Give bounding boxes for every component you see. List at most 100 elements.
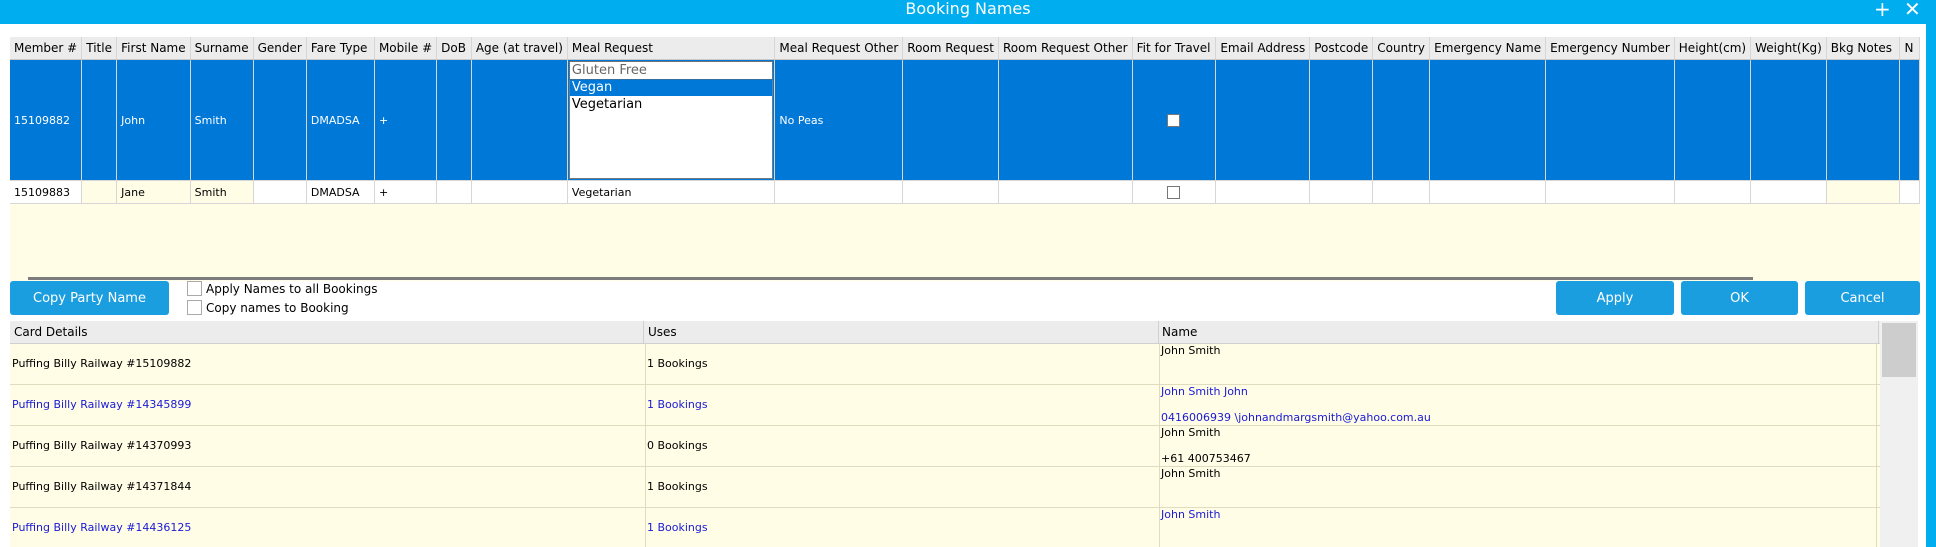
cell-height[interactable] — [1674, 180, 1752, 204]
table-row[interactable]: 15109883 Jane Smith DMADSA + Vegetarian — [10, 180, 1920, 204]
fit-for-travel-checkbox[interactable] — [1167, 185, 1181, 199]
meal-option-vegetarian[interactable]: Vegetarian — [570, 96, 772, 113]
list-item[interactable]: Puffing Billy Railway #14370993 0 Bookin… — [10, 426, 1880, 467]
col-header-uses[interactable]: Uses — [644, 321, 1159, 343]
col-header-surname[interactable]: Surname — [190, 37, 254, 60]
cell-meal-request[interactable]: Vegetarian — [567, 180, 776, 204]
col-header-country[interactable]: Country — [1372, 37, 1431, 60]
col-header-postcode[interactable]: Postcode — [1309, 37, 1374, 60]
meal-option-vegan[interactable]: Vegan — [569, 79, 773, 96]
list-item[interactable]: Puffing Billy Railway #14345899 1 Bookin… — [10, 385, 1880, 426]
cell-fare-type[interactable]: DMADSA — [306, 180, 375, 204]
cell-fit-for-travel[interactable] — [1132, 59, 1217, 181]
cell-gender[interactable] — [253, 180, 307, 204]
card-details-cell[interactable]: Puffing Billy Railway #14436125 — [10, 508, 646, 547]
cancel-button[interactable]: Cancel — [1805, 281, 1920, 315]
card-details-cell[interactable]: Puffing Billy Railway #14371844 — [10, 467, 646, 507]
card-details-cell[interactable]: Puffing Billy Railway #14345899 — [10, 385, 646, 425]
name-cell[interactable]: John Smith — [1159, 467, 1877, 507]
cell-mobile[interactable]: + — [374, 180, 438, 204]
fit-for-travel-checkbox[interactable] — [1167, 113, 1181, 127]
col-header-age[interactable]: Age (at travel) — [471, 37, 568, 60]
uses-cell[interactable]: 1 Bookings — [645, 385, 1160, 425]
cell-mobile[interactable]: + — [374, 59, 438, 181]
cell-age[interactable] — [471, 180, 568, 204]
cell-room-request-other[interactable] — [998, 180, 1133, 204]
apply-names-all-option[interactable]: Apply Names to all Bookings — [187, 281, 378, 296]
col-header-dob[interactable]: DoB — [436, 37, 472, 60]
col-header-mobile[interactable]: Mobile # — [374, 37, 438, 60]
meal-option-gluten-free[interactable]: Gluten Free — [568, 61, 774, 80]
close-icon[interactable]: ✕ — [1904, 0, 1921, 19]
col-header-card-details[interactable]: Card Details — [10, 321, 644, 343]
copy-names-option[interactable]: Copy names to Booking — [187, 300, 349, 315]
col-header-title[interactable]: Title — [81, 37, 118, 60]
card-details-cell[interactable]: Puffing Billy Railway #14370993 — [10, 426, 646, 466]
cell-dob[interactable] — [436, 180, 472, 204]
list-item[interactable]: Puffing Billy Railway #14436125 1 Bookin… — [10, 508, 1880, 547]
horizontal-scrollbar[interactable] — [28, 277, 1753, 280]
cell-bkg-notes[interactable] — [1826, 59, 1901, 181]
col-header-height[interactable]: Height(cm) — [1674, 37, 1752, 60]
add-icon[interactable]: + — [1874, 0, 1891, 19]
cell-title[interactable] — [81, 59, 118, 181]
col-header-room-request[interactable]: Room Request — [902, 37, 999, 60]
cell-height[interactable] — [1674, 59, 1752, 181]
table-row[interactable]: 15109882 John Smith DMADSA + Gluten Free — [10, 59, 1920, 181]
cell-meal-request-other[interactable]: No Peas — [774, 59, 904, 181]
cell-member[interactable]: 15109883 — [10, 180, 83, 204]
cell-room-request[interactable] — [902, 180, 999, 204]
cell-more[interactable] — [1899, 180, 1920, 204]
cell-room-request-other[interactable] — [998, 59, 1133, 181]
cell-first-name[interactable]: John — [116, 59, 191, 181]
cell-first-name[interactable]: Jane — [116, 180, 191, 204]
col-header-gender[interactable]: Gender — [253, 37, 307, 60]
cell-emergency-number[interactable] — [1545, 59, 1675, 181]
col-header-first-name[interactable]: First Name — [116, 37, 191, 60]
copy-party-name-button[interactable]: Copy Party Name — [10, 281, 169, 315]
list-item[interactable]: Puffing Billy Railway #14371844 1 Bookin… — [10, 467, 1880, 508]
col-header-name[interactable]: Name — [1158, 321, 1879, 343]
cell-room-request[interactable] — [902, 59, 999, 181]
col-header-fare-type[interactable]: Fare Type — [306, 37, 375, 60]
cell-meal-request[interactable]: Gluten Free Vegan Vegetarian — [567, 59, 776, 181]
cell-fare-type[interactable]: DMADSA — [306, 59, 375, 181]
cell-email[interactable] — [1215, 59, 1311, 181]
cell-email[interactable] — [1215, 180, 1311, 204]
card-details-cell[interactable]: Puffing Billy Railway #15109882 — [10, 344, 646, 384]
card-details-grid[interactable]: Card Details Uses Name Puffing Billy Rai… — [10, 321, 1918, 547]
name-cell[interactable]: John Smith +61 400753467 — [1159, 426, 1877, 466]
apply-names-all-checkbox[interactable] — [187, 281, 202, 296]
uses-cell[interactable]: 1 Bookings — [645, 344, 1160, 384]
cell-member[interactable]: 15109882 — [10, 59, 83, 181]
cell-title[interactable] — [81, 180, 118, 204]
apply-button[interactable]: Apply — [1556, 281, 1674, 315]
cell-more[interactable] — [1899, 59, 1920, 181]
col-header-meal-request[interactable]: Meal Request — [567, 37, 776, 60]
cell-emergency-number[interactable] — [1545, 180, 1675, 204]
col-header-emergency-name[interactable]: Emergency Name — [1429, 37, 1547, 60]
cell-postcode[interactable] — [1309, 180, 1374, 204]
col-header-fit-for-travel[interactable]: Fit for Travel — [1132, 37, 1217, 60]
cell-dob[interactable] — [436, 59, 472, 181]
cell-country[interactable] — [1372, 180, 1431, 204]
col-header-email[interactable]: Email Address — [1215, 37, 1311, 60]
ok-button[interactable]: OK — [1681, 281, 1798, 315]
list-item[interactable]: Puffing Billy Railway #15109882 1 Bookin… — [10, 344, 1880, 385]
col-header-member[interactable]: Member # — [10, 37, 83, 60]
cell-surname[interactable]: Smith — [190, 59, 254, 181]
cell-gender[interactable] — [253, 59, 307, 181]
col-header-emergency-number[interactable]: Emergency Number — [1545, 37, 1675, 60]
uses-cell[interactable]: 0 Bookings — [645, 426, 1160, 466]
cell-country[interactable] — [1372, 59, 1431, 181]
vertical-scrollbar[interactable] — [1880, 321, 1918, 547]
cell-weight[interactable] — [1750, 59, 1827, 181]
cell-age[interactable] — [471, 59, 568, 181]
cell-weight[interactable] — [1750, 180, 1827, 204]
cell-postcode[interactable] — [1309, 59, 1374, 181]
meal-request-listbox[interactable]: Gluten Free Vegan Vegetarian — [568, 61, 774, 179]
uses-cell[interactable]: 1 Bookings — [645, 508, 1160, 547]
cell-bkg-notes[interactable] — [1826, 180, 1901, 204]
name-cell[interactable]: John Smith — [1159, 344, 1877, 384]
cell-fit-for-travel[interactable] — [1132, 180, 1217, 204]
